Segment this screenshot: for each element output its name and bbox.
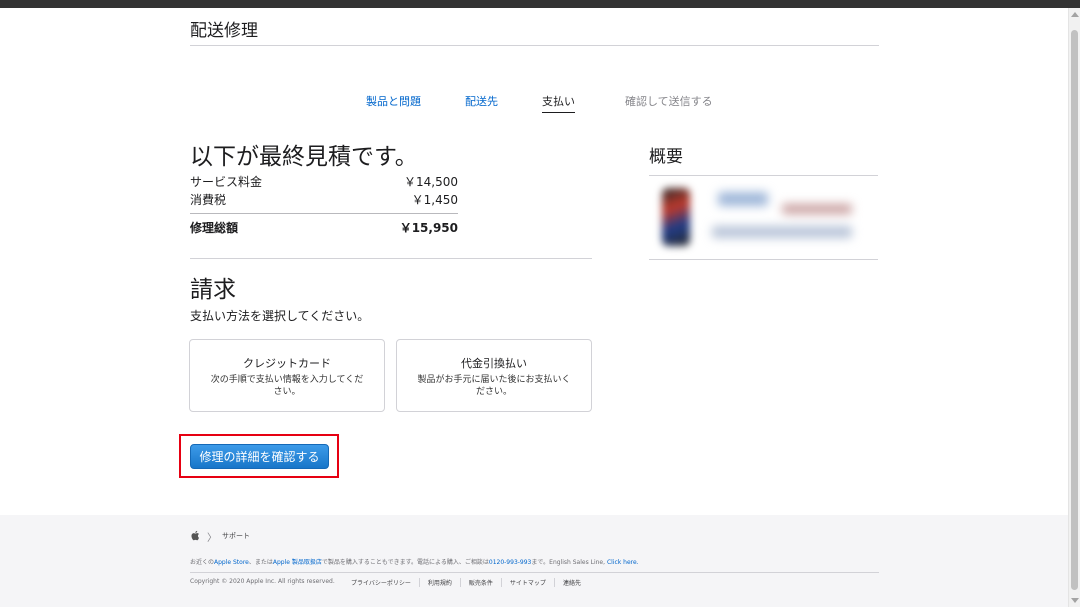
apple-logo-icon[interactable] [190,530,200,544]
tax-label: 消費税 [190,193,227,207]
payment-option-description: 次の手順で支払い情報を入力してください。 [210,375,364,397]
tax-value: ￥1,450 [411,193,458,207]
page-title: 配送修理 [190,21,258,41]
payment-option-title: 代金引換払い [461,357,527,370]
summary-heading: 概要 [649,147,683,167]
billing-heading: 請求 [190,277,236,303]
product-image-blurred [656,186,696,248]
english-sales-link[interactable]: Click here. [607,559,639,566]
footer-info-text: で製品を購入することもできます。電話による購入、ご相談は [321,559,489,566]
breadcrumb-support-link[interactable]: サポート [222,531,250,541]
estimate-heading: 以下が最終見積です。 [190,144,418,170]
browser-top-bar [0,0,1080,8]
title-divider [190,45,879,46]
billing-instruction: 支払い方法を選択してください。 [190,309,370,323]
review-repair-details-button[interactable]: 修理の詳細を確認する [190,444,329,469]
summary-bottom-divider [649,259,878,260]
footer-link-sitemap[interactable]: サイトマップ [500,578,554,587]
copyright: Copyright © 2020 Apple Inc. All rights r… [190,578,335,585]
section-divider [190,258,592,259]
price-divider [190,213,458,214]
scrollbar-thumb[interactable] [1071,30,1078,590]
footer-divider [190,572,879,573]
phone-icon [662,188,690,246]
scroll-down-arrow-icon[interactable] [1071,598,1079,603]
step-shipping-address[interactable]: 配送先 [465,93,498,109]
apple-store-link[interactable]: Apple Store [214,559,249,566]
step-payment: 支払い [542,93,575,113]
footer-link-terms[interactable]: 利用規約 [418,578,460,587]
step-navigation: 製品と問題 配送先 支払い 確認して送信する [0,93,1080,113]
reseller-link[interactable]: Apple 製品取扱店 [273,559,322,566]
payment-option-cash-on-delivery[interactable]: 代金引換払い 製品がお手元に届いた後にお支払いください。 [396,339,592,412]
breadcrumb-chevron-icon: 〉 [207,533,217,544]
summary-top-divider [649,175,878,176]
payment-option-credit-card[interactable]: クレジットカード 次の手順で支払い情報を入力してください。 [189,339,385,412]
phone-link[interactable]: 0120-993-993 [489,559,532,566]
footer-info-text: まで。English Sales Line, [531,559,606,566]
footer-purchase-info: お近くのApple Store、またはApple 製品取扱店で製品を購入すること… [190,557,639,566]
scroll-up-arrow-icon[interactable] [1071,12,1079,17]
footer-link-contact[interactable]: 連絡先 [553,578,589,587]
payment-option-title: クレジットカード [243,357,331,370]
footer-links: プライバシーポリシー 利用規約 販売条件 サイトマップ 連絡先 [351,578,589,587]
step-product-and-issue[interactable]: 製品と問題 [366,93,421,109]
payment-option-description: 製品がお手元に届いた後にお支払いください。 [417,375,571,397]
footer-link-privacy[interactable]: プライバシーポリシー [351,578,419,587]
footer-info-text: 、または [248,559,273,566]
total-value: ￥15,950 [399,221,458,235]
step-review-and-submit: 確認して送信する [625,95,713,108]
footer-link-sales-policy[interactable]: 販売条件 [459,578,501,587]
service-fee-label: サービス料金 [190,175,263,189]
service-fee-value: ￥14,500 [404,175,458,189]
total-label: 修理総額 [190,221,239,235]
footer-info-text: お近くの [190,559,215,566]
product-details-blurred [712,190,862,250]
